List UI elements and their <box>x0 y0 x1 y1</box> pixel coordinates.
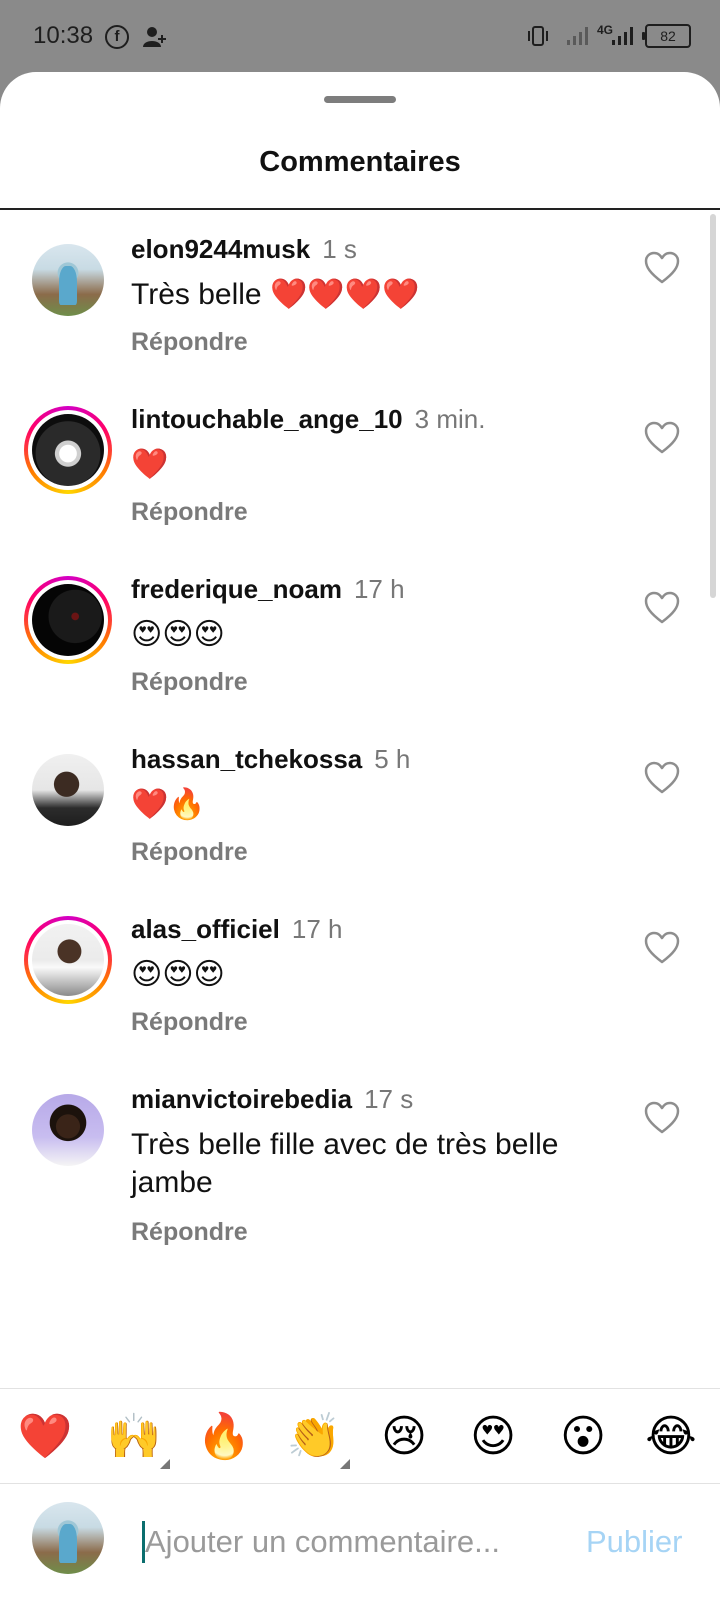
comment-time: 1 s <box>322 234 357 264</box>
avatar[interactable] <box>24 746 112 834</box>
reply-button[interactable]: Répondre <box>131 1008 248 1037</box>
emoji-label: 🙌 <box>106 1411 162 1462</box>
avatar[interactable] <box>24 406 112 494</box>
skin-tone-indicator <box>160 1459 170 1469</box>
avatar-image <box>32 1094 104 1166</box>
battery-level: 82 <box>660 28 676 44</box>
comments-sheet: Commentaires elon9244musk 1 s Très belle … <box>0 72 720 1612</box>
comment-username[interactable]: mianvictoirebedia <box>131 1084 352 1114</box>
emoji-label: 👏 <box>286 1411 342 1462</box>
skin-tone-indicator <box>340 1459 350 1469</box>
avatar-image <box>32 584 104 656</box>
avatar[interactable] <box>24 1086 112 1174</box>
comment-time: 3 min. <box>414 404 486 434</box>
vibrate-icon <box>528 26 548 46</box>
comment-username[interactable]: hassan_tchekossa <box>131 744 362 774</box>
publish-button[interactable]: Publier <box>586 1524 683 1560</box>
comment-text: 😍😍😍 <box>131 618 225 651</box>
heart-icon[interactable] <box>642 248 682 288</box>
comment-text: Très belle fille avec de très belle jamb… <box>131 1128 559 1199</box>
person-add-icon <box>143 27 166 47</box>
emoji-surprised-button[interactable]: 😮 <box>553 1409 613 1465</box>
heart-icon[interactable] <box>642 588 682 628</box>
system-nav-bar <box>0 1594 720 1612</box>
comment-username[interactable]: alas_officiel <box>131 914 280 944</box>
comment-username[interactable]: lintouchable_ange_10 <box>131 404 403 434</box>
avatar[interactable] <box>24 236 112 324</box>
avatar-image <box>32 754 104 826</box>
facebook-icon: f <box>105 25 129 49</box>
emoji-quick-bar: ❤️ 🙌 🔥 👏 😢 😍 😮 😂 <box>0 1388 720 1484</box>
reply-button[interactable]: Répondre <box>131 498 248 527</box>
emoji-raising-hands-button[interactable]: 🙌 <box>104 1409 170 1469</box>
emoji-clap-button[interactable]: 👏 <box>284 1409 350 1469</box>
comment-text: Très belle ❤️❤️❤️❤️ <box>131 278 420 311</box>
comment-list[interactable]: elon9244musk 1 s Très belle ❤️❤️❤️❤️ Répo… <box>0 210 720 1388</box>
comment-username[interactable]: elon9244musk <box>131 234 310 264</box>
avatar-image <box>32 244 104 316</box>
comment-username[interactable]: frederique_noam <box>131 574 342 604</box>
reply-button[interactable]: Répondre <box>131 328 248 357</box>
emoji-laughing-button[interactable]: 😂 <box>641 1409 701 1465</box>
emoji-crying-button[interactable]: 😢 <box>374 1409 434 1465</box>
status-bar: 10:38 f 4G 82 <box>0 0 720 72</box>
comment-input[interactable] <box>145 1514 545 1570</box>
avatar-image <box>32 924 104 996</box>
avatar <box>32 1502 104 1574</box>
heart-icon[interactable] <box>642 418 682 458</box>
avatar[interactable] <box>24 576 112 664</box>
drag-handle[interactable] <box>324 96 396 103</box>
heart-icon[interactable] <box>642 1098 682 1138</box>
status-time: 10:38 <box>33 22 94 49</box>
page-title: Commentaires <box>259 146 461 178</box>
avatar-image <box>32 414 104 486</box>
reply-button[interactable]: Répondre <box>131 838 248 867</box>
comment-time: 5 h <box>374 744 411 774</box>
comment-time: 17 h <box>291 914 343 944</box>
comment-composer: Publier <box>0 1484 720 1594</box>
reply-button[interactable]: Répondre <box>131 668 248 697</box>
heart-icon[interactable] <box>642 928 682 968</box>
heart-icon[interactable] <box>642 758 682 798</box>
battery-icon: 82 <box>642 24 691 48</box>
comment-time: 17 s <box>364 1084 414 1114</box>
comment-text: ❤️ <box>131 448 169 481</box>
signal-icon <box>567 27 588 45</box>
signal-icon <box>612 27 633 45</box>
emoji-fire-button[interactable]: 🔥 <box>194 1409 254 1465</box>
comment-time: 17 h <box>353 574 405 604</box>
comment-text: 😍😍😍 <box>131 958 225 991</box>
emoji-heart-eyes-button[interactable]: 😍 <box>463 1409 523 1465</box>
comment-text: ❤️🔥 <box>131 788 206 821</box>
reply-button[interactable]: Répondre <box>131 1218 248 1247</box>
emoji-heart-button[interactable]: ❤️ <box>15 1409 75 1465</box>
scrollbar[interactable] <box>710 214 716 598</box>
avatar[interactable] <box>24 916 112 1004</box>
